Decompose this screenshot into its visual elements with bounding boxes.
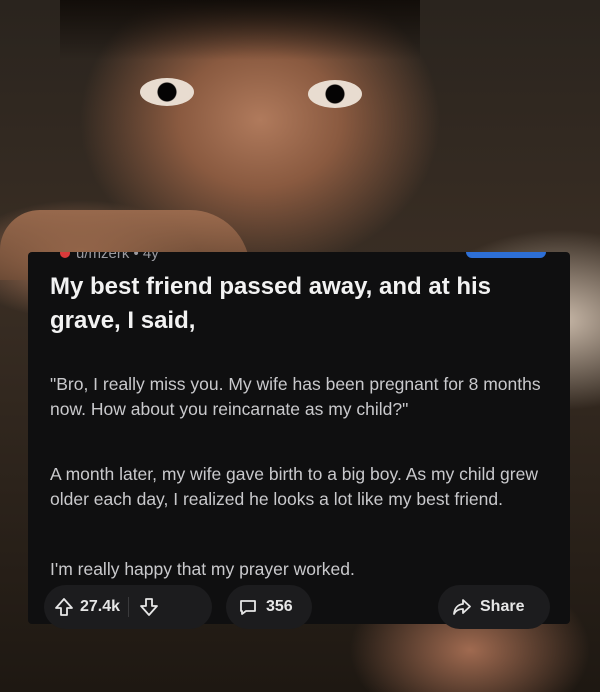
arrow-down-icon[interactable] <box>139 597 159 617</box>
hair-shadow <box>60 0 420 60</box>
comments-button[interactable]: 356 <box>226 585 312 629</box>
post-meta: u/mzerk • 4y <box>60 252 159 262</box>
post-card: u/mzerk • 4y My best friend passed away,… <box>28 252 570 624</box>
vote-score: 27.4k <box>80 598 121 615</box>
comment-bubble-icon <box>238 597 258 617</box>
vote-divider <box>128 597 130 617</box>
comment-count: 356 <box>266 598 293 615</box>
arrow-up-icon[interactable] <box>54 597 74 617</box>
left-eye <box>140 78 194 106</box>
right-eye <box>308 80 362 108</box>
avatar[interactable] <box>60 252 70 258</box>
post-paragraph-1: "Bro, I really miss you. My wife has bee… <box>50 374 541 419</box>
vote-control: 27.4k <box>44 585 212 629</box>
share-arrow-icon <box>452 597 472 617</box>
share-button[interactable]: Share <box>438 585 550 629</box>
join-button[interactable] <box>466 252 546 258</box>
post-paragraph-2: A month later, my wife gave birth to a b… <box>50 464 538 509</box>
post-meta-text[interactable]: u/mzerk • 4y <box>76 252 159 262</box>
share-label: Share <box>480 598 525 615</box>
post-title[interactable]: My best friend passed away, and at his g… <box>50 270 550 338</box>
post-paragraph-3: I'm really happy that my prayer worked. <box>50 559 355 579</box>
post-actions-bar: 27.4k 356 Share <box>28 585 570 629</box>
